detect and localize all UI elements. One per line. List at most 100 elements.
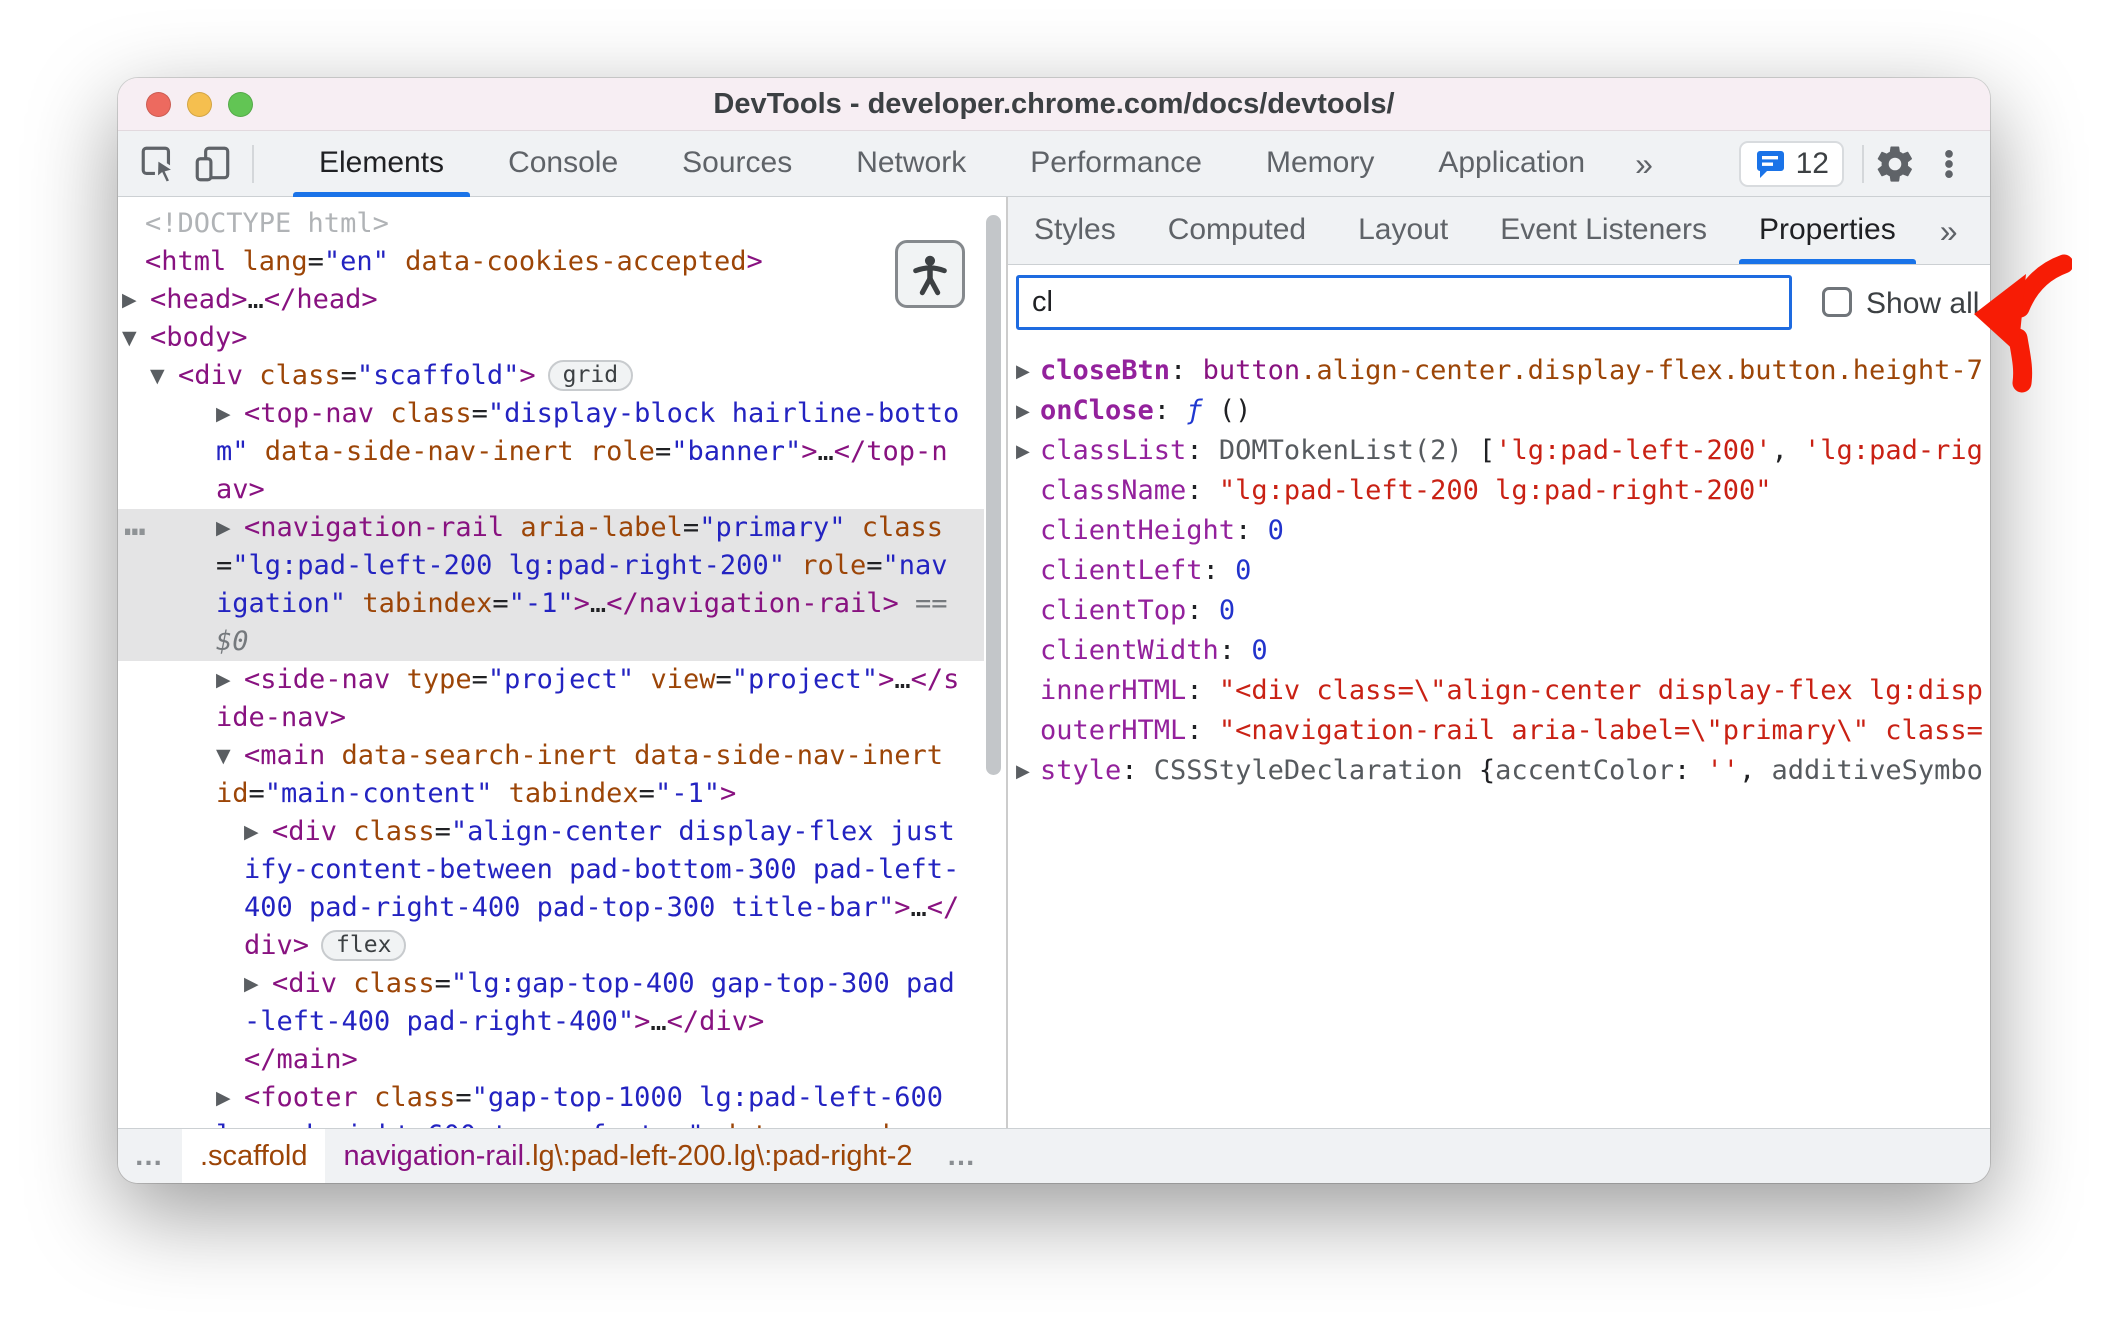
collapse-arrow-icon[interactable]: ▼	[150, 357, 178, 395]
zoom-window-button[interactable]	[228, 92, 253, 117]
accessibility-overlay-button[interactable]	[895, 240, 965, 308]
annotation-arrow	[1974, 254, 2072, 393]
tab-layout[interactable]: Layout	[1332, 197, 1474, 264]
token: aria-label	[520, 512, 683, 543]
tree-node[interactable]: ▶ <top-nav class="display-block hairline-…	[118, 395, 984, 509]
property-row[interactable]: clientLeft: 0	[1008, 551, 1990, 591]
tree-node[interactable]: <html lang="en" data-cookies-accepted>	[118, 243, 984, 281]
tree-node[interactable]: ▼ <div class="scaffold"> grid	[118, 357, 984, 395]
breadcrumb-overflow-left[interactable]: …	[118, 1140, 182, 1173]
expand-arrow-icon[interactable]: ▶	[216, 509, 244, 547]
tab-properties[interactable]: Properties	[1733, 197, 1922, 264]
expand-arrow-icon[interactable]: ▶	[216, 661, 244, 699]
property-row[interactable]: className: "lg:pad-left-200 lg:pad-right…	[1008, 471, 1990, 511]
token: ''	[1706, 755, 1740, 786]
token: <div	[272, 968, 338, 999]
token: <main	[244, 740, 326, 771]
tab-computed[interactable]: Computed	[1142, 197, 1332, 264]
expand-arrow-icon[interactable]: ▶	[216, 1079, 244, 1117]
tree-node-selected[interactable]: … ▶ <navigation-rail aria-label="primary" …	[118, 505, 984, 661]
property-row[interactable]: ▶ onClose: ƒ ()	[1008, 391, 1990, 431]
filter-input[interactable]	[1016, 275, 1792, 330]
collapse-arrow-icon[interactable]: ▼	[122, 319, 150, 357]
expand-arrow-icon[interactable]: ▶	[122, 281, 150, 319]
close-window-button[interactable]	[146, 92, 171, 117]
tree-scrollbar-thumb[interactable]	[986, 215, 1001, 775]
sidebar-panel: Styles Computed Layout Event Listeners Prope…	[1008, 197, 1990, 1128]
grid-badge[interactable]: grid	[547, 360, 634, 391]
token: </navigation-rail>	[606, 588, 899, 619]
token: :	[1170, 355, 1203, 386]
expand-arrow-icon[interactable]: ▶	[244, 965, 272, 1003]
show-all-checkbox[interactable]	[1822, 287, 1852, 317]
property-row[interactable]: ▶ closeBtn: button.align-center.display-f…	[1008, 351, 1990, 391]
tab-elements[interactable]: Elements	[287, 131, 476, 197]
flex-badge[interactable]: flex	[321, 930, 407, 961]
expand-arrow-icon[interactable]: ▶	[216, 395, 244, 433]
device-toolbar-button[interactable]	[190, 141, 236, 187]
tree-node[interactable]: ▼ <main data-search-inert data-side-nav-i…	[118, 737, 984, 813]
property-row[interactable]: ▶ classList: DOMTokenList(2) ['lg:pad-lef…	[1008, 431, 1990, 471]
property-row[interactable]: ▶ style: CSSStyleDeclaration {accentColor…	[1008, 751, 1990, 791]
token: ()	[1202, 395, 1252, 426]
tree-node[interactable]: ▶ <side-nav type="project" view="project"…	[118, 661, 984, 737]
toolbar-right-group	[1862, 141, 1972, 187]
expand-arrow-icon[interactable]: ▶	[244, 813, 272, 851]
customize-menu-button[interactable]	[1926, 141, 1972, 187]
tab-styles[interactable]: Styles	[1008, 197, 1142, 264]
breadcrumb-item-0[interactable]: .scaffold	[182, 1128, 326, 1183]
property-row[interactable]: innerHTML: "<div class=\"align-center di…	[1008, 671, 1990, 711]
tree-node[interactable]: ▶ <head>…</head>	[118, 281, 984, 319]
dom-tree: <!DOCTYPE html> <html lang="en" data-cook…	[118, 197, 1006, 1128]
property-row[interactable]: outerHTML: "<navigation-rail aria-label=…	[1008, 711, 1990, 751]
tab-network[interactable]: Network	[824, 131, 998, 197]
property-row[interactable]: clientHeight: 0	[1008, 511, 1990, 551]
expand-arrow-icon[interactable]: ▶	[1016, 752, 1030, 791]
tab-event-listeners[interactable]: Event Listeners	[1474, 197, 1733, 264]
tree-node[interactable]: ▶ <div class="align-center display-flex j…	[118, 813, 984, 965]
tree-node[interactable]: ▶ <footer class="gap-top-1000 lg:pad-left…	[118, 1079, 984, 1128]
minimize-window-button[interactable]	[187, 92, 212, 117]
expand-arrow-icon[interactable]: ▶	[1016, 392, 1030, 431]
token: class	[861, 512, 944, 543]
tab-performance[interactable]: Performance	[998, 131, 1234, 197]
tab-memory[interactable]: Memory	[1234, 131, 1406, 197]
more-sidebar-tabs-button[interactable]: »	[1922, 197, 1976, 264]
expand-arrow-icon[interactable]: ▶	[1016, 432, 1030, 471]
token: .align-center.display-flex.button.height…	[1300, 355, 1983, 386]
tab-application[interactable]: Application	[1406, 131, 1617, 197]
device-toolbar-icon	[195, 146, 230, 181]
token: <side-nav	[244, 664, 391, 695]
token: =	[492, 588, 509, 619]
breadcrumb-item-1[interactable]: navigation-rail .lg\:pad-left-200.lg\:pad…	[325, 1129, 930, 1184]
expand-arrow-icon[interactable]: ▶	[1016, 352, 1030, 391]
token: =	[471, 398, 488, 429]
traffic-lights	[146, 92, 253, 117]
property-row[interactable]: clientTop: 0	[1008, 591, 1990, 631]
show-all-label[interactable]: Show all	[1866, 265, 1979, 343]
token: clientTop	[1040, 595, 1187, 626]
tree-node[interactable]: </main>	[118, 1041, 984, 1079]
tree-node[interactable]: ▼ <body>	[118, 319, 984, 357]
settings-button[interactable]	[1872, 141, 1918, 187]
toolbar-divider	[252, 144, 254, 183]
token: class	[390, 398, 472, 429]
tab-sources[interactable]: Sources	[650, 131, 824, 197]
token: =	[654, 436, 672, 467]
breadcrumb-overflow-right[interactable]: …	[931, 1140, 995, 1173]
node-menu-ellipsis[interactable]: …	[124, 505, 148, 543]
tab-console[interactable]: Console	[476, 131, 650, 197]
token: =	[434, 816, 451, 847]
token: >	[519, 360, 536, 391]
tree-node[interactable]: ▶ <div class="lg:gap-top-400 gap-top-300 …	[118, 965, 984, 1041]
issues-button[interactable]: 12	[1738, 140, 1844, 187]
token: =	[866, 550, 883, 581]
property-row[interactable]: clientWidth: 0	[1008, 631, 1990, 671]
token: <div	[272, 816, 338, 847]
collapse-arrow-icon[interactable]: ▼	[216, 737, 244, 775]
tree-node[interactable]: <!DOCTYPE html>	[118, 205, 984, 243]
more-panels-button[interactable]: »	[1617, 131, 1671, 197]
inspect-element-button[interactable]	[136, 141, 182, 187]
